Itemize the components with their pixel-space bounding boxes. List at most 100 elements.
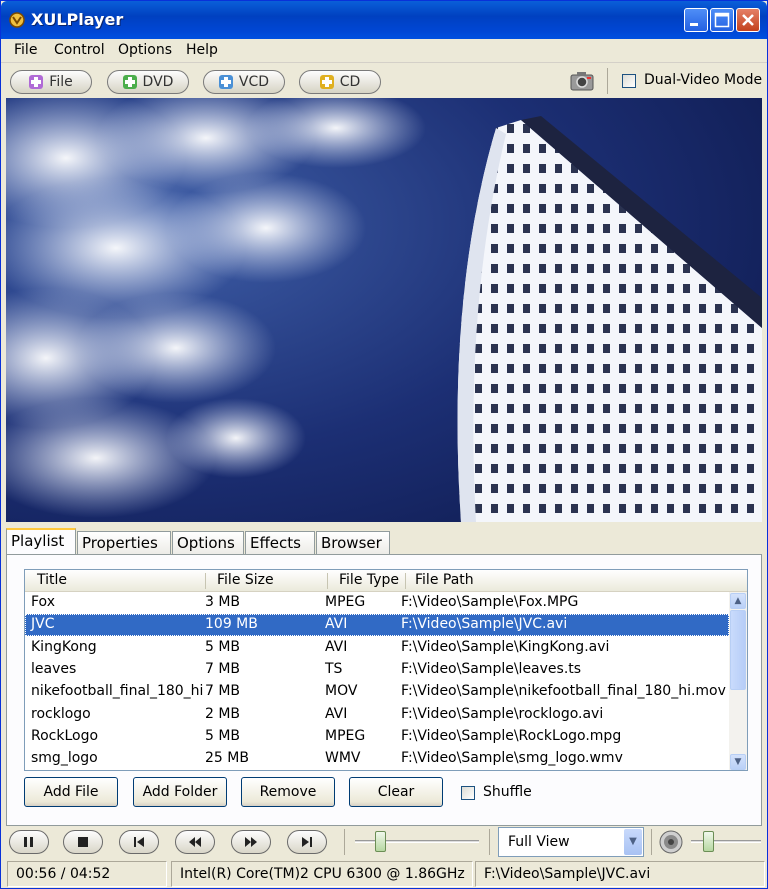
window-title: XULPlayer [31, 10, 124, 29]
row-title: JVC [31, 616, 55, 633]
row-file-type: MOV [325, 683, 358, 700]
title-bar[interactable]: XULPlayer [1, 1, 767, 39]
scroll-up-arrow-icon[interactable]: ▲ [730, 593, 746, 609]
fast-forward-button[interactable] [231, 830, 271, 854]
menu-control[interactable]: Control [54, 42, 105, 58]
add-file-button[interactable]: Add File [24, 777, 118, 807]
row-file-type: WMV [325, 750, 361, 767]
view-mode-value: Full View [508, 834, 570, 850]
table-row[interactable]: JVC 109 MB AVI F:\Video\Sample\JVC.avi [25, 614, 729, 637]
rewind-icon [189, 837, 201, 847]
open-dvd-button[interactable]: DVD [107, 70, 189, 94]
row-title: nikefootball_final_180_hi [31, 683, 204, 700]
table-row[interactable]: rocklogo 2 MB AVI F:\Video\Sample\rocklogo.… [25, 704, 729, 726]
clear-button[interactable]: Clear [349, 777, 443, 807]
row-file-size: 2 MB [205, 705, 241, 722]
previous-button[interactable] [119, 830, 159, 854]
volume-track [691, 840, 761, 843]
row-file-path: F:\Video\Sample\nikefootball_final_180_h… [401, 683, 726, 700]
next-icon [302, 837, 312, 847]
camera-icon[interactable] [569, 69, 595, 93]
open-cd-button[interactable]: CD [299, 70, 381, 94]
view-mode-select[interactable]: Full View ▼ [498, 827, 644, 857]
row-title: KingKong [31, 638, 97, 655]
status-time: 00:56 / 04:52 [7, 861, 167, 887]
next-button[interactable] [287, 830, 327, 854]
video-display[interactable] [6, 98, 762, 522]
playlist-table[interactable]: Title File Size File Type File Path Fox 3… [24, 569, 748, 771]
plus-icon [319, 75, 334, 89]
fast-forward-icon [245, 837, 257, 847]
add-folder-button[interactable]: Add Folder [133, 777, 227, 807]
table-row[interactable]: nikefootball_final_180_hi 7 MB MOV F:\Video… [25, 681, 729, 703]
seek-slider[interactable] [355, 827, 479, 857]
tab-effects[interactable]: Effects [245, 531, 315, 555]
tab-options[interactable]: Options [172, 531, 244, 555]
close-button[interactable] [736, 8, 760, 32]
separator [489, 829, 490, 855]
open-vcd-label: VCD [238, 74, 270, 90]
menu-file[interactable]: File [14, 42, 37, 58]
row-file-path: F:\Video\Sample\smg_logo.wmv [401, 750, 623, 767]
maximize-button[interactable] [710, 8, 734, 32]
status-cpu: Intel(R) Core(TM)2 CPU 6300 @ 1.86GHz [171, 861, 473, 887]
row-file-size: 5 MB [205, 727, 241, 744]
scroll-thumb[interactable] [730, 610, 746, 690]
table-row[interactable]: RockLogo 5 MB MPEG F:\Video\Sample\RockLogo… [25, 726, 729, 748]
pause-button[interactable] [9, 830, 49, 854]
stop-icon [78, 837, 88, 847]
seek-knob[interactable] [375, 831, 386, 852]
row-file-size: 7 MB [205, 683, 241, 700]
table-row[interactable]: Fox 3 MB MPEG F:\Video\Sample\Fox.MPG [25, 592, 729, 614]
volume-slider[interactable] [691, 827, 761, 857]
minimize-icon [690, 23, 698, 26]
shuffle-checkbox[interactable] [461, 786, 475, 800]
menu-options[interactable]: Options [118, 42, 172, 58]
column-file-type[interactable]: File Type [339, 572, 399, 588]
close-icon [742, 14, 754, 26]
row-file-path: F:\Video\Sample\Fox.MPG [401, 594, 579, 610]
table-row[interactable]: leaves 7 MB TS F:\Video\Sample\leaves.ts [25, 659, 729, 681]
row-file-type: AVI [325, 616, 348, 633]
separator [344, 829, 345, 855]
shuffle-label: Shuffle [483, 784, 532, 800]
row-title: RockLogo [31, 727, 99, 744]
row-file-path: F:\Video\Sample\JVC.avi [401, 616, 568, 633]
chevron-down-icon[interactable]: ▼ [624, 829, 642, 855]
dual-video-label: Dual-Video Mode [644, 72, 763, 88]
column-title[interactable]: Title [37, 572, 67, 588]
minimize-button[interactable] [684, 8, 708, 32]
stop-button[interactable] [63, 830, 103, 854]
toolbar-separator [607, 68, 608, 94]
open-vcd-button[interactable]: VCD [203, 70, 285, 94]
menu-help[interactable]: Help [186, 42, 218, 58]
playlist-panel: Title File Size File Type File Path Fox 3… [6, 554, 762, 826]
scroll-down-arrow-icon[interactable]: ▼ [730, 754, 746, 770]
row-file-path: F:\Video\Sample\RockLogo.mpg [401, 727, 622, 744]
previous-icon [134, 837, 144, 847]
table-row[interactable]: KingKong 5 MB AVI F:\Video\Sample\KingKong.… [25, 637, 729, 659]
column-file-size[interactable]: File Size [217, 572, 274, 588]
speaker-icon[interactable] [657, 829, 685, 855]
row-file-size: 25 MB [205, 750, 249, 767]
tab-browser[interactable]: Browser [316, 531, 390, 555]
status-file-path: F:\Video\Sample\JVC.avi [475, 861, 765, 887]
playlist-scrollbar[interactable]: ▲ ▼ [729, 592, 747, 770]
tab-playlist[interactable]: Playlist [6, 528, 76, 556]
open-file-label: File [49, 74, 73, 90]
tab-properties[interactable]: Properties [77, 531, 171, 555]
row-file-type: MPEG [325, 727, 366, 744]
column-file-path[interactable]: File Path [415, 572, 474, 588]
table-row[interactable]: smg_logo 25 MB WMV F:\Video\Sample\smg_logo… [25, 748, 729, 770]
open-dvd-label: DVD [142, 74, 174, 90]
remove-button[interactable]: Remove [241, 777, 335, 807]
dual-video-checkbox[interactable] [622, 74, 636, 88]
volume-knob[interactable] [703, 831, 714, 852]
rewind-button[interactable] [175, 830, 215, 854]
open-file-button[interactable]: File [10, 70, 92, 94]
playback-controls [1, 827, 767, 857]
main-window: XULPlayer File Control Options Help File… [0, 0, 768, 889]
row-file-path: F:\Video\Sample\KingKong.avi [401, 638, 610, 655]
row-file-type: TS [325, 660, 343, 677]
separator [651, 829, 652, 855]
